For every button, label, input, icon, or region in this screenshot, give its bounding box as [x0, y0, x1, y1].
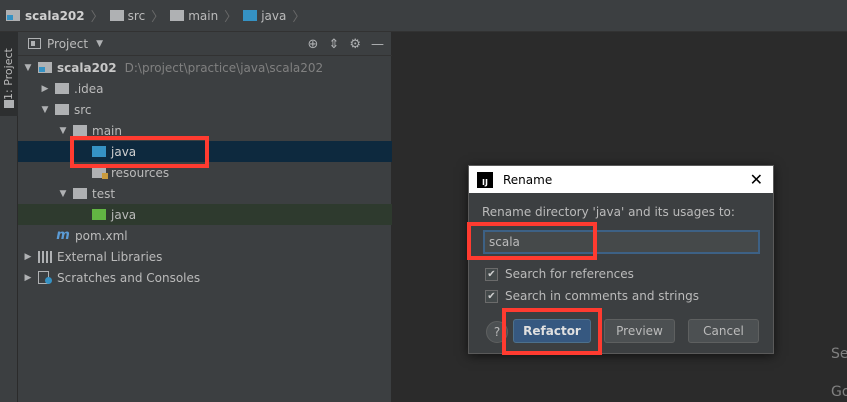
- editor-hint-line-1: Se: [831, 346, 847, 362]
- intellij-icon: IJ: [477, 171, 493, 188]
- chevron-down-icon[interactable]: ▼: [57, 126, 69, 136]
- breadcrumb-separator: 〉: [90, 10, 104, 25]
- breadcrumb-item-java[interactable]: java: [243, 0, 286, 32]
- tree-item-root[interactable]: ▼ scala202 D:\project\practice\java\scal…: [18, 57, 392, 78]
- close-icon[interactable]: ✕: [750, 170, 763, 189]
- folder-icon: [55, 83, 69, 94]
- project-panel-header: Project ▼ ⊕ ⇕ ⚙ —: [18, 32, 392, 56]
- breadcrumb-item-project[interactable]: scala202: [6, 0, 85, 32]
- breadcrumb: scala202 〉 src 〉 main 〉 java 〉: [0, 0, 847, 32]
- checkmark-icon[interactable]: ✔: [485, 267, 498, 281]
- folder-icon: [109, 10, 124, 21]
- tree-item-pom[interactable]: m pom.xml: [18, 225, 392, 246]
- tree-item-test-java[interactable]: java: [18, 204, 392, 225]
- breadcrumb-separator: 〉: [292, 10, 306, 25]
- rename-dialog: IJ Rename ✕ Rename directory 'java' and …: [468, 165, 774, 354]
- breadcrumb-separator: 〉: [224, 10, 238, 25]
- module-icon: [38, 62, 52, 73]
- module-icon: [6, 10, 20, 21]
- search-comments-checkbox[interactable]: ✔ Search in comments and strings: [485, 289, 699, 303]
- source-folder-icon: [92, 146, 106, 157]
- ide-window: scala202 〉 src 〉 main 〉 java 〉 1: Projec…: [0, 0, 847, 402]
- tree-item-scratches[interactable]: ▶ Scratches and Consoles: [18, 267, 392, 288]
- project-tool-tab-label: 1: Project: [2, 48, 15, 100]
- search-references-checkbox[interactable]: ✔ Search for references: [485, 267, 634, 281]
- project-tree: ▼ scala202 D:\project\practice\java\scal…: [18, 57, 392, 288]
- chevron-right-icon[interactable]: ▶: [39, 84, 51, 94]
- chevron-down-icon[interactable]: ▼: [22, 63, 34, 73]
- minimize-icon[interactable]: —: [371, 37, 384, 52]
- folder-icon: [73, 125, 87, 136]
- tree-item-resources[interactable]: resources: [18, 162, 392, 183]
- breadcrumb-item-src[interactable]: src: [109, 0, 145, 32]
- tree-item-idea[interactable]: ▶ .idea: [18, 78, 392, 99]
- library-icon: [38, 250, 52, 263]
- folder-icon: [170, 10, 185, 21]
- tree-item-external-libraries[interactable]: ▶ External Libraries: [18, 246, 392, 267]
- tool-window-stripe: 1: Project: [0, 32, 18, 402]
- cancel-button[interactable]: Cancel: [688, 319, 759, 343]
- collapse-all-icon[interactable]: ⇕: [328, 37, 339, 52]
- gear-icon[interactable]: ⚙: [349, 37, 361, 52]
- project-tool-tab[interactable]: 1: Project: [0, 32, 18, 116]
- tree-item-java[interactable]: java: [18, 141, 392, 162]
- resources-folder-icon: [92, 167, 108, 179]
- tree-item-main[interactable]: ▼ main: [18, 120, 392, 141]
- refactor-button[interactable]: Refactor: [513, 319, 591, 343]
- locate-icon[interactable]: ⊕: [308, 37, 319, 52]
- project-view-selector[interactable]: Project: [47, 37, 88, 51]
- chevron-down-icon[interactable]: ▼: [39, 105, 51, 115]
- breadcrumb-item-main[interactable]: main: [170, 0, 218, 32]
- chevron-right-icon[interactable]: ▶: [22, 273, 34, 283]
- folder-icon: [55, 104, 69, 115]
- breadcrumb-separator: 〉: [151, 10, 165, 25]
- project-panel: Project ▼ ⊕ ⇕ ⚙ — ▼ scala202 D:\project\…: [18, 32, 392, 402]
- folder-icon: [4, 100, 14, 108]
- dialog-message: Rename directory 'java' and its usages t…: [482, 205, 735, 219]
- dialog-title-bar: IJ Rename ✕: [469, 166, 773, 193]
- scratches-icon: [38, 271, 52, 284]
- project-icon: [28, 38, 41, 49]
- chevron-down-icon[interactable]: ▼: [57, 189, 69, 199]
- help-button[interactable]: ?: [486, 321, 508, 343]
- checkmark-icon[interactable]: ✔: [485, 289, 498, 303]
- preview-button[interactable]: Preview: [604, 319, 675, 343]
- tree-item-src[interactable]: ▼ src: [18, 99, 392, 120]
- new-name-input[interactable]: [483, 230, 760, 254]
- folder-icon: [73, 188, 87, 199]
- tree-item-test[interactable]: ▼ test: [18, 183, 392, 204]
- maven-icon: m: [56, 228, 70, 243]
- dialog-title: Rename: [503, 172, 553, 187]
- editor-hint-line-2: Go: [831, 384, 847, 400]
- test-folder-icon: [92, 209, 106, 220]
- source-folder-icon: [243, 10, 258, 21]
- chevron-down-icon[interactable]: ▼: [96, 39, 103, 49]
- chevron-right-icon[interactable]: ▶: [22, 252, 34, 262]
- root-path: D:\project\practice\java\scala202: [124, 60, 324, 75]
